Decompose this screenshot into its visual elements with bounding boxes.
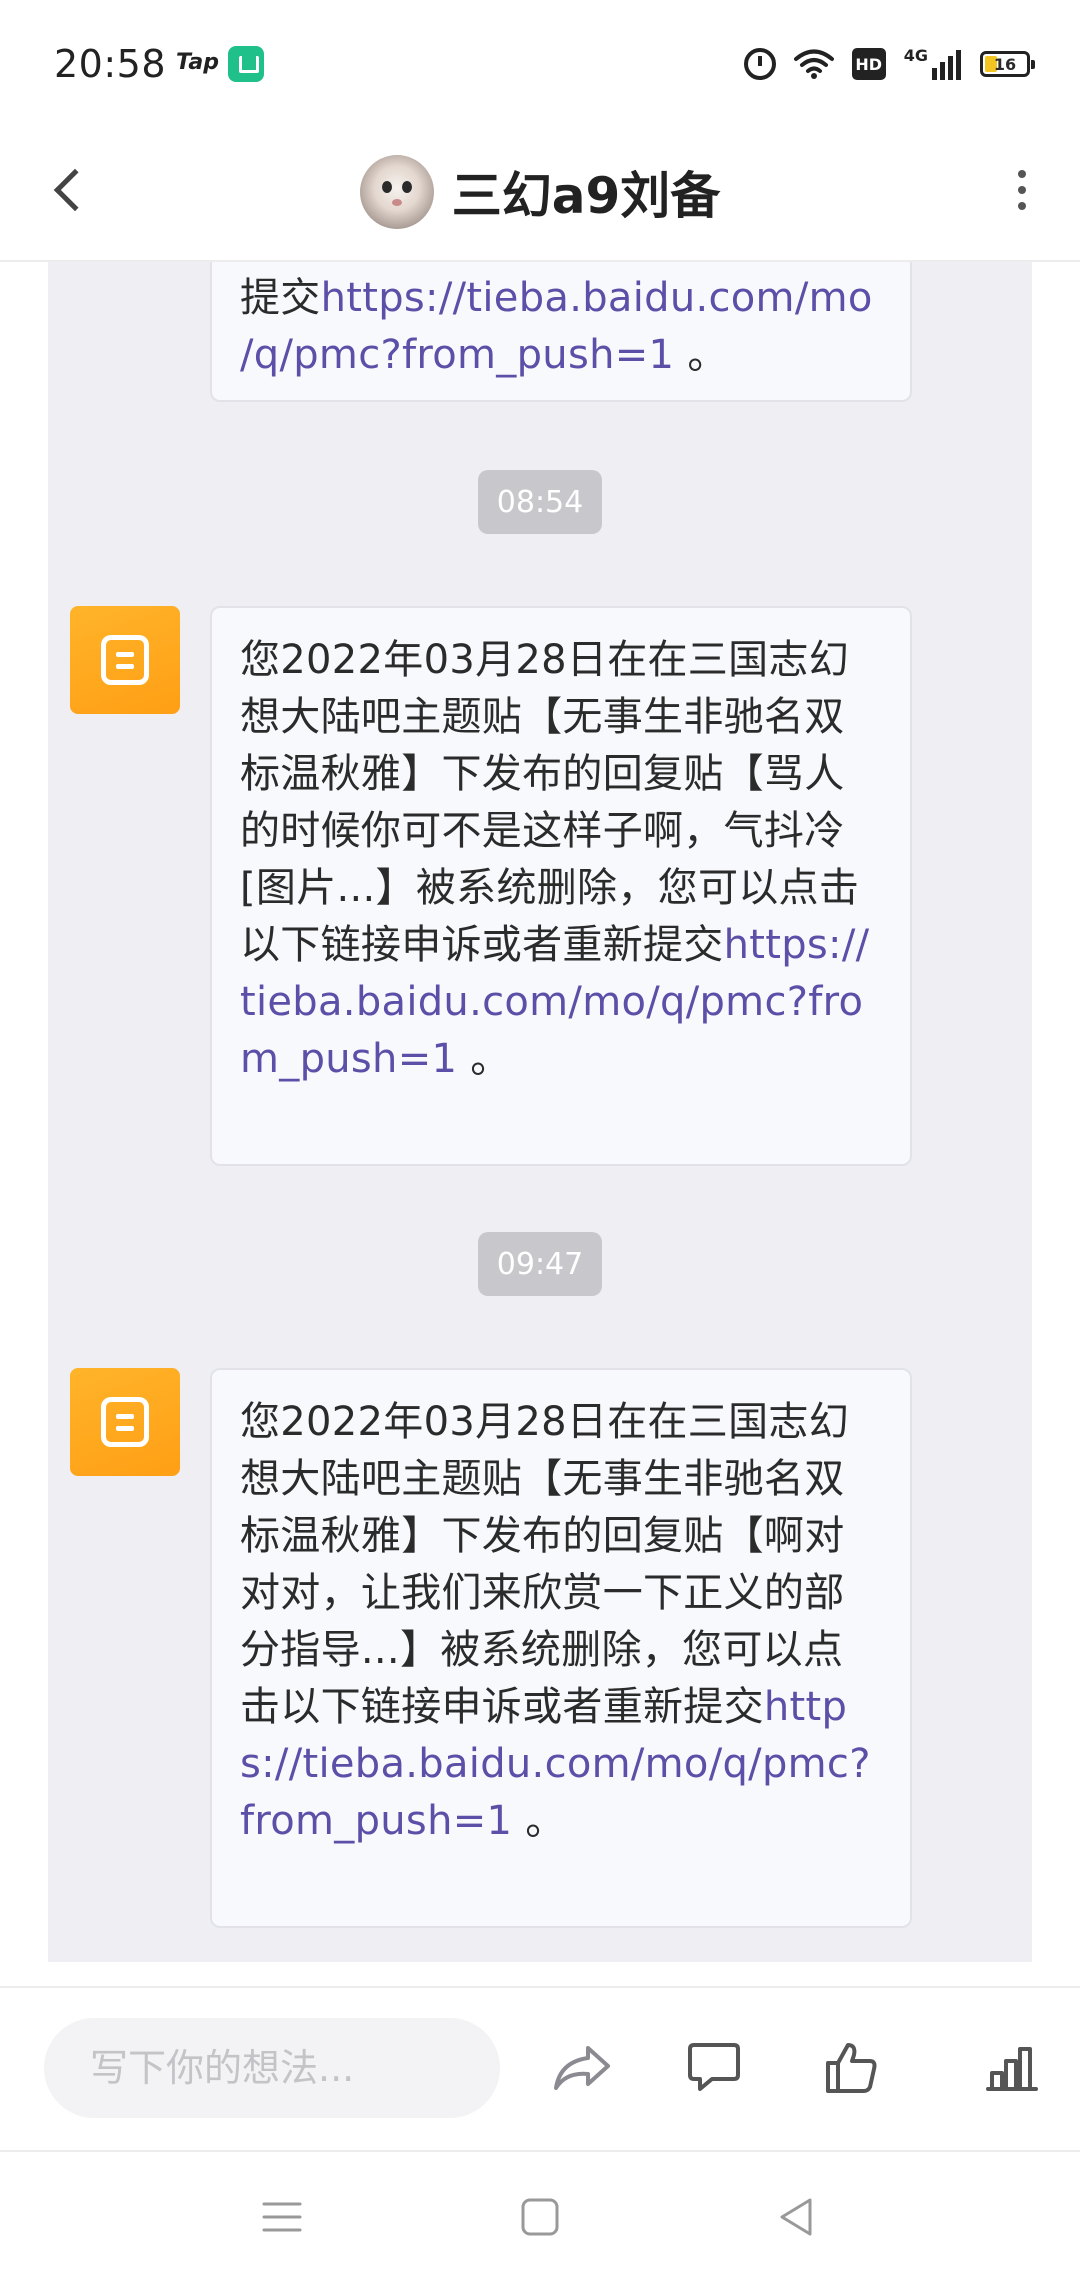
timestamp-pill: 09:47 [478, 1232, 602, 1296]
hd-icon: HD [851, 48, 886, 80]
comment-button[interactable] [676, 2030, 752, 2106]
stats-button[interactable] [974, 2030, 1050, 2106]
message-end: 。 [674, 332, 728, 378]
wifi-icon [793, 48, 834, 80]
comment-input[interactable] [44, 2018, 500, 2118]
message-text: 您2022年03月28日在在三国志幻想大陆吧主题贴【无事生非驰名双标温秋雅】下发… [240, 1399, 849, 1730]
document-icon [101, 1397, 149, 1447]
like-button[interactable] [814, 2030, 890, 2106]
back-triangle-icon [780, 2198, 812, 2236]
share-button[interactable] [544, 2030, 620, 2106]
message-bubble: 您2022年03月28日在在三国志幻想大陆吧主题贴【无事生非驰名双标温秋雅】下发… [210, 606, 912, 1166]
nav-back-button[interactable] [756, 2182, 836, 2252]
chat-header: 三幻a9刘备 [0, 120, 1080, 262]
status-icons: HD 4G 16 [743, 44, 1035, 84]
app-notification-icon [228, 46, 264, 82]
more-vertical-icon [1018, 170, 1026, 178]
timestamp-pill: 08:54 [478, 470, 602, 534]
thumbs-up-icon [826, 2043, 877, 2093]
message-link[interactable]: https://tieba.baidu.com/mo [321, 275, 873, 321]
page-title: 三幻a9刘备 [451, 167, 721, 225]
nav-menu-button[interactable] [242, 2182, 322, 2252]
message-bubble-partial: 提交https://tieba.baidu.com/mo /q/pmc?from… [210, 262, 912, 402]
network-type: 4G [903, 46, 928, 65]
battery-level: 16 [993, 54, 1017, 74]
nav-home-button[interactable] [500, 2182, 580, 2252]
tap-logo: Tap [176, 50, 219, 75]
message-end: 。 [512, 1798, 566, 1844]
message-text: 您2022年03月28日在在三国志幻想大陆吧主题贴【无事生非驰名双标温秋雅】下发… [240, 637, 860, 968]
share-icon [554, 2046, 610, 2090]
header-title-group: 三幻a9刘备 [0, 142, 1080, 242]
message-end: 。 [457, 1036, 511, 1082]
comment-icon [688, 2043, 740, 2091]
system-avatar[interactable] [70, 606, 180, 714]
message-bubble: 您2022年03月28日在在三国志幻想大陆吧主题贴【无事生非驰名双标温秋雅】下发… [210, 1368, 912, 1928]
battery-icon: 16 [980, 51, 1035, 77]
message-link-cont[interactable]: /q/pmc?from_push=1 [240, 332, 674, 378]
system-nav-bar [0, 2150, 1080, 2280]
avatar[interactable] [359, 155, 434, 229]
more-options-button[interactable] [1002, 160, 1042, 220]
menu-icon [262, 2202, 302, 2232]
home-icon [521, 2198, 559, 2236]
system-avatar[interactable] [70, 1368, 180, 1476]
status-time: 20:58 [54, 42, 167, 86]
document-icon [101, 635, 149, 685]
signal-icon: 4G [904, 48, 962, 80]
alarm-icon [743, 48, 776, 80]
action-bar [0, 1986, 1080, 2148]
status-bar: 20:58 Tap HD 4G 16 [0, 0, 1080, 120]
message-text: 提交 [240, 275, 321, 321]
stats-icon [986, 2047, 1038, 2091]
